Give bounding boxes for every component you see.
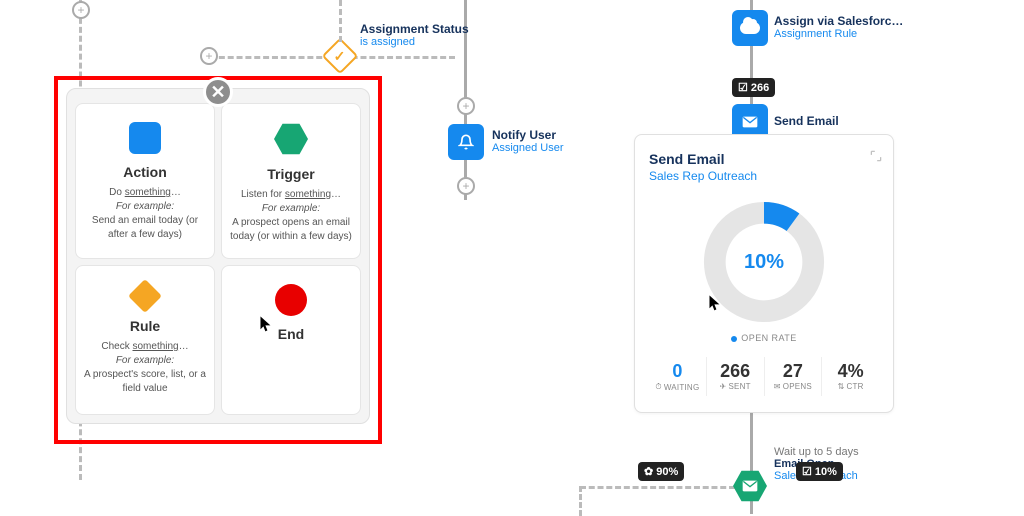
flow-line [580,486,735,489]
card-title: Rule [130,318,160,334]
action-shape-icon [129,122,161,154]
check-icon: ☑ [802,465,812,478]
flow-line [339,0,342,42]
palette-card-end[interactable]: End [221,265,361,415]
metric-sent: 266 ✈SENT [707,357,765,396]
mail-open-icon [742,480,758,492]
expand-icon [869,149,883,163]
trigger-shape-icon [274,122,308,156]
flow-line [579,486,582,516]
plus-icon: + [205,50,212,62]
add-step-node[interactable]: + [72,1,90,19]
close-palette-button[interactable]: ✕ [203,77,233,107]
report-subtitle: Sales Rep Outreach [649,169,879,183]
card-desc: Check something… For example: A prospect… [84,340,206,396]
trigger-node-email-open[interactable] [733,469,767,503]
end-shape-icon [275,284,307,316]
card-desc: Listen for something… For example: A pro… [230,188,352,244]
chart-legend: OPEN RATE [649,333,879,343]
check-icon: ✓ [334,47,346,64]
node-label: Send Email [774,114,839,128]
metric-ctr: 4% ⇅CTR [822,357,879,396]
metric-waiting: 0 ⏱WAITING [649,357,707,396]
node-label: Assignment Status is assigned [360,22,469,48]
count-badge: ☑266 [732,78,775,97]
card-desc: Do something… For example: Send an email… [84,186,206,242]
action-node-notify[interactable] [448,124,484,160]
action-node-assign-sf[interactable] [732,10,768,46]
add-step-node[interactable]: + [457,177,475,195]
card-title: End [278,326,304,342]
add-step-node[interactable]: + [200,47,218,65]
percent-badge: ☑10% [796,462,843,481]
decision-node-assignment[interactable]: ✓ [322,38,359,75]
email-report-card[interactable]: Send Email Sales Rep Outreach 10% OPEN R… [634,134,894,413]
metric-opens: 27 ✉OPENS [765,357,823,396]
rule-shape-icon [128,279,162,313]
gear-icon: ✿ [644,465,653,478]
plus-icon: + [462,180,469,192]
flow-canvas[interactable]: + + + + ✓ Assignment Status is assigned … [0,0,1024,514]
report-title: Send Email [649,151,879,167]
step-palette: ✕ Action Do something… For example: Send… [66,88,370,424]
cursor-icon [260,316,272,332]
step-palette-highlight: ✕ Action Do something… For example: Send… [54,76,382,444]
palette-card-rule[interactable]: Rule Check something… For example: A pro… [75,265,215,415]
palette-card-trigger[interactable]: Trigger Listen for something… For exampl… [221,103,361,259]
palette-card-action[interactable]: Action Do something… For example: Send a… [75,103,215,259]
add-step-node[interactable]: + [457,97,475,115]
percent-badge: ✿90% [638,462,684,481]
node-label: Notify User Assigned User [492,128,564,154]
node-label: Assign via Salesforc… Assignment Rule [774,14,903,40]
card-title: Action [123,164,167,180]
plus-icon: + [77,4,84,16]
close-icon: ✕ [210,82,225,103]
check-icon: ☑ [738,81,748,94]
plus-icon: + [462,100,469,112]
cloud-icon [740,22,760,34]
cursor-icon [709,295,721,311]
metrics-row: 0 ⏱WAITING 266 ✈SENT 27 ✉OPENS 4% ⇅CTR [649,357,879,396]
mail-icon [742,116,758,128]
card-title: Trigger [267,166,314,182]
bell-icon [458,134,474,150]
